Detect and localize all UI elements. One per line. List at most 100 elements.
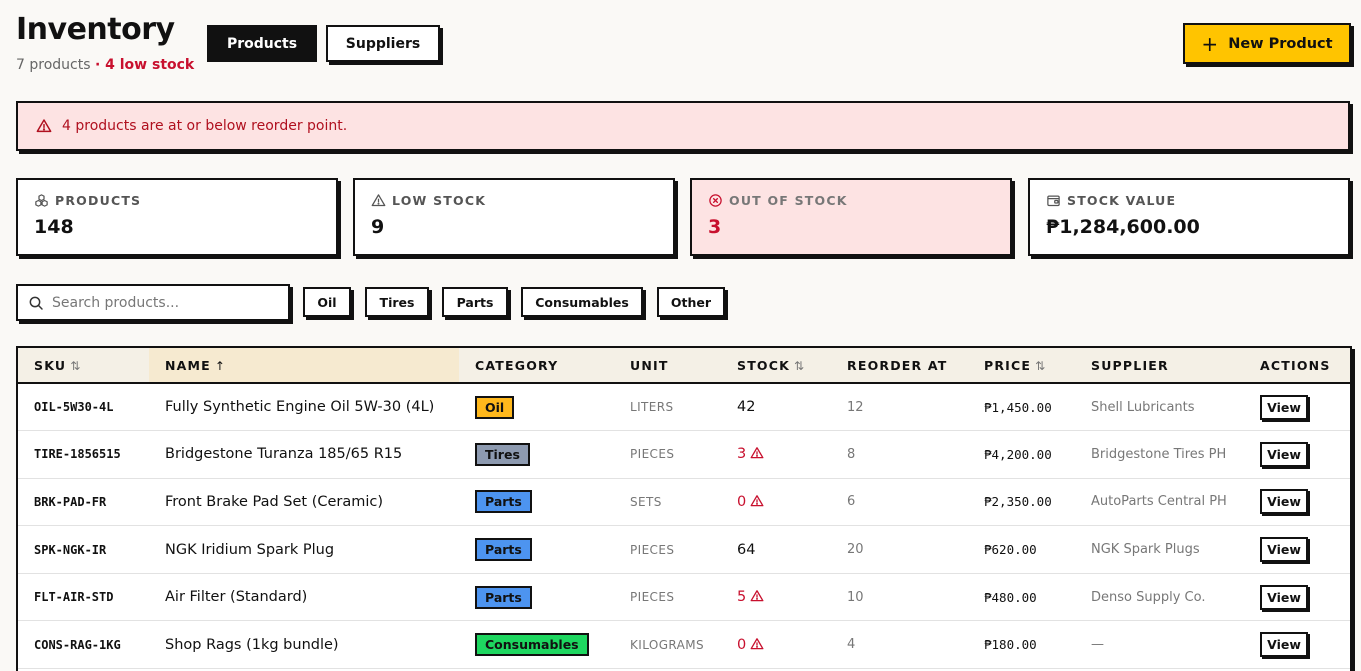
sort-icon: ⇅ bbox=[1035, 358, 1047, 373]
table-row: TIRE-1856515 Bridgestone Turanza 185/65 R… bbox=[18, 431, 1350, 479]
view-button[interactable]: View bbox=[1260, 584, 1308, 610]
cell-unit: PIECES bbox=[630, 447, 675, 462]
table-header-row: SKU ⇅ NAME ↑ CATEGORY UNIT STOCK ⇅ REORDER … bbox=[18, 348, 1350, 383]
filter-tires[interactable]: Tires bbox=[365, 287, 429, 317]
column-stock[interactable]: STOCK ⇅ bbox=[721, 348, 831, 383]
cell-price: ₱1,450.00 bbox=[984, 399, 1052, 415]
cell-actions: View bbox=[1244, 431, 1350, 479]
cell-category: Tires bbox=[459, 431, 614, 479]
cell-category: Parts bbox=[459, 573, 614, 621]
cell-stock: 3 bbox=[721, 431, 831, 479]
cell-unit: LITERS bbox=[630, 400, 674, 415]
tab-products[interactable]: Products bbox=[207, 25, 317, 62]
view-button[interactable]: View bbox=[1260, 632, 1308, 658]
category-badge: Oil bbox=[475, 395, 515, 419]
filter-oil[interactable]: Oil bbox=[303, 287, 351, 317]
cell-reorder-at: 20 bbox=[847, 542, 864, 558]
cell-category: Parts bbox=[459, 526, 614, 574]
category-badge: Parts bbox=[475, 490, 532, 514]
cell-unit: PIECES bbox=[630, 542, 675, 557]
view-button[interactable]: View bbox=[1260, 441, 1308, 467]
products-table: SKU ⇅ NAME ↑ CATEGORY UNIT STOCK ⇅ REORDER … bbox=[16, 346, 1352, 671]
stat-card-out-of-stock: OUT OF STOCK 3 bbox=[690, 178, 1012, 256]
stat-card-low-stock: LOW STOCK 9 bbox=[353, 178, 675, 256]
cell-name: Front Brake Pad Set (Ceramic) bbox=[165, 493, 384, 510]
product-count: 7 products bbox=[16, 57, 91, 73]
cell-stock: 64 bbox=[737, 541, 756, 558]
cell-sku: SPK-NGK-IR bbox=[34, 542, 107, 557]
cell-price: ₱620.00 bbox=[984, 542, 1037, 558]
cell-sku: TIRE-1856515 bbox=[34, 447, 121, 462]
cell-supplier: Shell Lubricants bbox=[1091, 399, 1195, 415]
x-circle-icon bbox=[709, 194, 722, 207]
cell-supplier: — bbox=[1091, 637, 1104, 653]
new-product-button[interactable]: + New Product bbox=[1183, 23, 1351, 64]
cell-sku: BRK-PAD-FR bbox=[34, 494, 107, 509]
warning-icon bbox=[750, 447, 764, 459]
low-stock-alert: 4 products are at or below reorder point… bbox=[16, 101, 1350, 151]
cell-supplier: Denso Supply Co. bbox=[1091, 589, 1206, 605]
cell-price: ₱180.00 bbox=[984, 637, 1037, 653]
filter-consumables[interactable]: Consumables bbox=[521, 287, 643, 317]
cell-supplier: Bridgestone Tires PH bbox=[1091, 446, 1227, 462]
stat-label: LOW STOCK bbox=[392, 193, 487, 208]
table-row: CONS-RAG-1KG Shop Rags (1kg bundle) Consum… bbox=[18, 621, 1350, 669]
table-row: FLT-AIR-STD Air Filter (Standard) Parts PIE… bbox=[18, 573, 1350, 621]
table-row: BRK-PAD-FR Front Brake Pad Set (Ceramic) P… bbox=[18, 478, 1350, 526]
cell-actions: View bbox=[1244, 573, 1350, 621]
warning-icon bbox=[750, 495, 764, 507]
warning-icon bbox=[750, 637, 764, 650]
stat-label: OUT OF STOCK bbox=[729, 193, 848, 208]
sort-icon: ⇅ bbox=[794, 358, 806, 373]
category-badge: Tires bbox=[475, 442, 530, 466]
cell-actions: View bbox=[1244, 621, 1350, 669]
cell-category: Oil bbox=[459, 383, 614, 431]
table-row: OIL-5W30-4L Fully Synthetic Engine Oil 5W… bbox=[18, 383, 1350, 431]
view-button[interactable]: View bbox=[1260, 537, 1308, 563]
boxes-icon bbox=[35, 194, 48, 207]
column-category: CATEGORY bbox=[475, 357, 559, 373]
stat-label: STOCK VALUE bbox=[1067, 193, 1177, 208]
cell-price: ₱4,200.00 bbox=[984, 446, 1052, 462]
warning-icon bbox=[36, 119, 52, 133]
cell-name: NGK Iridium Spark Plug bbox=[165, 541, 335, 558]
cell-supplier: AutoParts Central PH bbox=[1091, 494, 1227, 510]
filter-other[interactable]: Other bbox=[657, 287, 725, 317]
search-box[interactable] bbox=[16, 284, 290, 321]
category-badge: Consumables bbox=[475, 633, 589, 657]
cell-sku: CONS-RAG-1KG bbox=[34, 637, 121, 652]
cell-reorder-at: 8 bbox=[847, 446, 856, 462]
filter-parts[interactable]: Parts bbox=[442, 287, 508, 317]
cell-price: ₱2,350.00 bbox=[984, 494, 1052, 510]
column-sku[interactable]: SKU ⇅ bbox=[18, 348, 149, 383]
search-input[interactable] bbox=[52, 294, 272, 311]
cell-actions: View bbox=[1244, 383, 1350, 431]
view-button[interactable]: View bbox=[1260, 394, 1308, 420]
cell-category: Parts bbox=[459, 478, 614, 526]
cell-price: ₱480.00 bbox=[984, 589, 1037, 605]
stat-label: PRODUCTS bbox=[55, 193, 142, 208]
column-price[interactable]: PRICE ⇅ bbox=[968, 348, 1075, 383]
wallet-icon bbox=[1047, 195, 1060, 207]
cell-actions: View bbox=[1244, 526, 1350, 574]
cell-sku: FLT-AIR-STD bbox=[34, 590, 114, 605]
view-button[interactable]: View bbox=[1260, 489, 1308, 515]
alert-message: 4 products are at or below reorder point… bbox=[62, 118, 348, 134]
cell-supplier: NGK Spark Plugs bbox=[1091, 542, 1200, 558]
cell-actions: View bbox=[1244, 478, 1350, 526]
low-stock-note: · 4 low stock bbox=[94, 57, 195, 73]
stat-value: ₱1,284,600.00 bbox=[1046, 216, 1200, 238]
cell-name: Fully Synthetic Engine Oil 5W-30 (4L) bbox=[165, 399, 435, 416]
stat-card-stock-value: STOCK VALUE ₱1,284,600.00 bbox=[1028, 178, 1350, 256]
column-supplier: SUPPLIER bbox=[1091, 357, 1169, 373]
column-name[interactable]: NAME ↑ bbox=[149, 348, 459, 383]
cell-reorder-at: 12 bbox=[847, 399, 864, 415]
column-unit: UNIT bbox=[630, 357, 669, 373]
warning-icon bbox=[371, 194, 386, 207]
cell-category: Consumables bbox=[459, 621, 614, 669]
column-reorder-at: REORDER AT bbox=[847, 357, 948, 373]
stat-value: 148 bbox=[34, 216, 74, 238]
tab-suppliers[interactable]: Suppliers bbox=[326, 25, 440, 62]
cell-name: Shop Rags (1kg bundle) bbox=[165, 636, 339, 653]
category-badge: Parts bbox=[475, 538, 532, 562]
